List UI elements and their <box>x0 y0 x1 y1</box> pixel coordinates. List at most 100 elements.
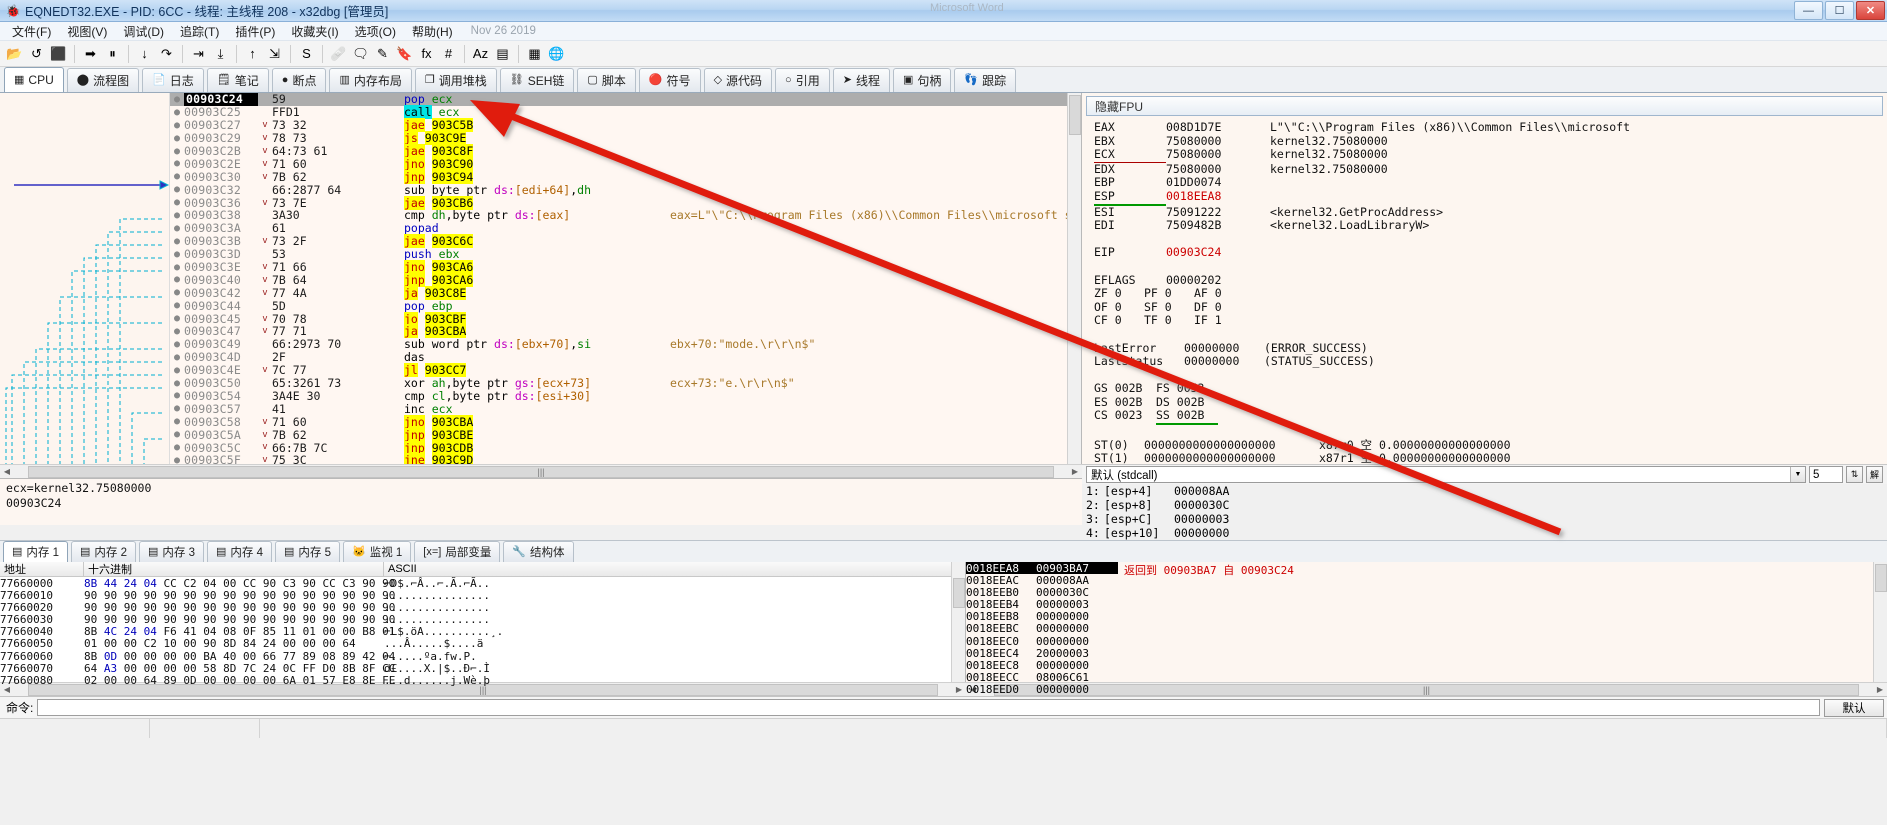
dump-tab-局部变量[interactable]: [x=] 局部变量 <box>414 541 501 562</box>
log-icon[interactable]: 🗨 <box>350 43 371 64</box>
trace-up-icon[interactable]: ↑ <box>242 43 263 64</box>
hscroll-thumb[interactable]: ||| <box>28 465 1054 478</box>
stack-row[interactable]: 0018EEB8 00000000 <box>966 610 1887 623</box>
disassembly-row[interactable]: ● 00903C24 59 pop ecx <box>170 93 1081 107</box>
maximize-button[interactable]: ☐ <box>1825 1 1854 20</box>
segment-reg[interactable]: FS 0053 <box>1156 382 1218 396</box>
command-input[interactable] <box>37 699 1820 716</box>
register-row[interactable]: EDI 7509482B <kernel32.LoadLibraryW> <box>1094 218 1887 233</box>
spinner-up-down-icon[interactable]: ⇅ <box>1846 466 1863 483</box>
dump-row[interactable]: 77660050 01 00 00 C2 10 00 90 8D 84 24 00… <box>0 637 965 650</box>
disassembly-row[interactable]: ● 00903C45 v 70 78 jo 903CBF <box>170 311 1081 326</box>
disassembly-row[interactable]: ● 00903C3D 53 push ebx <box>170 247 1081 261</box>
function-icon[interactable]: fx <box>416 43 437 64</box>
flag-row[interactable]: CF 0 TF 0 IF 1 <box>1094 314 1887 328</box>
tab-跟踪[interactable]: 👣 跟踪 <box>954 68 1017 92</box>
hash-icon[interactable]: # <box>438 43 459 64</box>
register-row[interactable]: EBX 75080000 kernel32.75080000 <box>1094 134 1887 149</box>
breakpoint-dot-icon[interactable]: ● <box>170 326 184 337</box>
disassembly-row[interactable]: ● 00903C49 66:2973 70 sub word ptr ds:[ebx+… <box>170 337 1081 351</box>
stack-row[interactable]: 0018EECC 08006C61 <box>966 671 1887 684</box>
register-row[interactable]: EBP 01DD0074 <box>1094 176 1887 190</box>
register-row[interactable]: EDX 75080000 kernel32.75080000 <box>1094 162 1887 177</box>
tab-内存布局[interactable]: ▥ 内存布局 <box>329 68 412 92</box>
disassembly-row[interactable]: ● 00903C5F v 75 3C jne 903C9D <box>170 453 1081 464</box>
register-row[interactable]: ESI 75091222 <kernel32.GetProcAddress> <box>1094 205 1887 220</box>
tab-断点[interactable]: ● 断点 <box>271 68 327 92</box>
tab-CPU[interactable]: ▦ CPU <box>4 67 64 92</box>
dump-row[interactable]: 77660030 90 90 90 90 90 90 90 90 90 90 90… <box>0 613 965 626</box>
tab-流程图[interactable]: ⬤ 流程图 <box>66 68 140 92</box>
flag-row[interactable]: OF 0 SF 0 DF 0 <box>1094 300 1887 315</box>
breakpoint-dot-icon[interactable]: ● <box>170 184 184 195</box>
argument-row[interactable]: 3: [esp+C] 00000003 <box>1086 512 1887 526</box>
close-button[interactable]: ✕ <box>1856 1 1885 20</box>
breakpoint-dot-icon[interactable]: ● <box>170 210 184 221</box>
stack-vscrollbar[interactable] <box>1873 562 1887 682</box>
argument-row[interactable]: 2: [esp+8] 0000030C <box>1086 498 1887 512</box>
breakpoint-dot-icon[interactable]: ● <box>170 455 184 464</box>
disassembly-row[interactable]: ● 00903C5A v 7B 62 jnp 903CBE <box>170 427 1081 442</box>
flag-row[interactable]: ZF 0 PF 0 AF 0 <box>1094 287 1887 301</box>
menu-item-3[interactable]: 追踪(T) <box>172 22 227 41</box>
breakpoint-dot-icon[interactable]: ● <box>170 403 184 414</box>
dump-tab-内存 2[interactable]: ▤ 内存 2 <box>71 541 136 562</box>
breakpoint-dot-icon[interactable]: ● <box>170 313 184 324</box>
segment-row[interactable]: CS 0023 SS 002B <box>1094 409 1887 426</box>
register-list[interactable]: EAX 008D1D7E L"\"C:\\Program Files (x86)\\… <box>1082 118 1887 464</box>
disassembly-row[interactable]: ● 00903C32 66:2877 64 sub byte ptr ds:[edi+… <box>170 183 1081 197</box>
breakpoint-dot-icon[interactable]: ● <box>170 223 184 234</box>
step-over-icon[interactable]: ↷ <box>156 43 177 64</box>
segment-row[interactable]: GS 002B FS 0053 <box>1094 382 1887 396</box>
memory-dump-pane[interactable]: 地址 十六进制 ASCII 77660000 8B 44 24 04 CC C2 … <box>0 562 966 687</box>
segment-reg[interactable]: GS 002B <box>1094 382 1156 396</box>
eip-row[interactable]: EIP 00903C24 <box>1094 246 1887 260</box>
disassembly-row[interactable]: ● 00903C57 41 inc ecx <box>170 402 1081 416</box>
menu-item-1[interactable]: 视图(V) <box>59 22 115 41</box>
dump-row[interactable]: 77660020 90 90 90 90 90 90 90 90 90 90 90… <box>0 601 965 614</box>
disassembly-row[interactable]: ● 00903C4D 2F das <box>170 350 1081 364</box>
run-to-icon[interactable]: ⤓ <box>210 43 231 64</box>
stack-row[interactable]: 0018EEAC 000008AA <box>966 574 1887 587</box>
goto-icon[interactable]: ▤ <box>492 43 513 64</box>
dump-vscrollbar[interactable] <box>951 562 965 682</box>
dump-row[interactable]: 77660040 8B 4C 24 04 F6 41 04 08 0F 85 11… <box>0 625 965 638</box>
dump-vscroll-thumb[interactable] <box>953 578 965 608</box>
disassembly-row[interactable]: ● 00903C38 3A30 cmp dh,byte ptr ds:[eax] eax… <box>170 208 1081 222</box>
stack-row[interactable]: 0018EEB4 00000003 <box>966 598 1887 611</box>
tab-脚本[interactable]: ▢ 脚本 <box>577 68 636 92</box>
dump-tab-监视 1[interactable]: 🐱 监视 1 <box>343 541 412 562</box>
disassembly-pane[interactable]: ● 00903C24 59 pop ecx ● 00903C25 FFD1 call ecx ●… <box>0 93 1082 464</box>
breakpoint-dot-icon[interactable]: ● <box>170 287 184 298</box>
stack-row-selected[interactable]: 0018EEA8 00903BA7 返回到 00903BA7 自 00903C24 <box>966 562 1887 577</box>
stack-row[interactable]: 0018EEC8 00000000 <box>966 659 1887 672</box>
dump-tab-内存 4[interactable]: ▤ 内存 4 <box>207 541 272 562</box>
tab-笔记[interactable]: 🗒 笔记 <box>206 68 269 92</box>
patch-icon[interactable]: 🩹 <box>328 43 349 64</box>
hide-fpu-button[interactable]: 隐藏FPU <box>1086 96 1883 116</box>
stack-row[interactable]: 0018EEB0 0000030C <box>966 586 1887 599</box>
disassembly-row[interactable]: ● 00903C30 v 7B 62 jnp 903C94 <box>170 169 1081 184</box>
breakpoint-dot-icon[interactable]: ● <box>170 107 184 118</box>
menu-item-4[interactable]: 插件(P) <box>227 22 283 41</box>
tab-SEH链[interactable]: ⛓ SEH链 <box>499 68 575 92</box>
disassembly-row[interactable]: ● 00903C3E v 71 66 jno 903CA6 <box>170 260 1081 275</box>
disassembly-row[interactable]: ● 00903C42 v 77 4A ja 903C8E <box>170 285 1081 300</box>
breakpoint-dot-icon[interactable]: ● <box>170 442 184 453</box>
dump-row[interactable]: 77660000 8B 44 24 04 CC C2 04 00 CC 90 C3… <box>0 577 965 590</box>
flag[interactable]: IF 1 <box>1194 314 1244 328</box>
breakpoint-dot-icon[interactable]: ● <box>170 158 184 169</box>
breakpoint-dot-icon[interactable]: ● <box>170 197 184 208</box>
run-to-user-icon[interactable]: ⇲ <box>264 43 285 64</box>
font-icon[interactable]: Az <box>470 43 491 64</box>
dump-tab-内存 5[interactable]: ▤ 内存 5 <box>275 541 340 562</box>
disassembly-row[interactable]: ● 00903C25 FFD1 call ecx <box>170 105 1081 120</box>
disassembly-row[interactable]: ● 00903C29 v 78 73 js 903C9E <box>170 131 1081 146</box>
dump-row[interactable]: 77660060 8B 0D 00 00 00 00 BA 40 00 66 77… <box>0 650 965 663</box>
disassembly-row[interactable]: ● 00903C36 v 73 7E jae 903CB6 <box>170 195 1081 210</box>
menu-item-0[interactable]: 文件(F) <box>4 22 59 41</box>
breakpoint-dot-icon[interactable]: ● <box>170 390 184 401</box>
dump-row[interactable]: 77660010 90 90 90 90 90 90 90 90 90 90 90… <box>0 589 965 602</box>
stack-rows[interactable]: 0018EEA8 00903BA7 返回到 00903BA7 自 00903C24 0… <box>966 562 1887 696</box>
segment-reg[interactable]: SS 002B <box>1156 409 1218 426</box>
